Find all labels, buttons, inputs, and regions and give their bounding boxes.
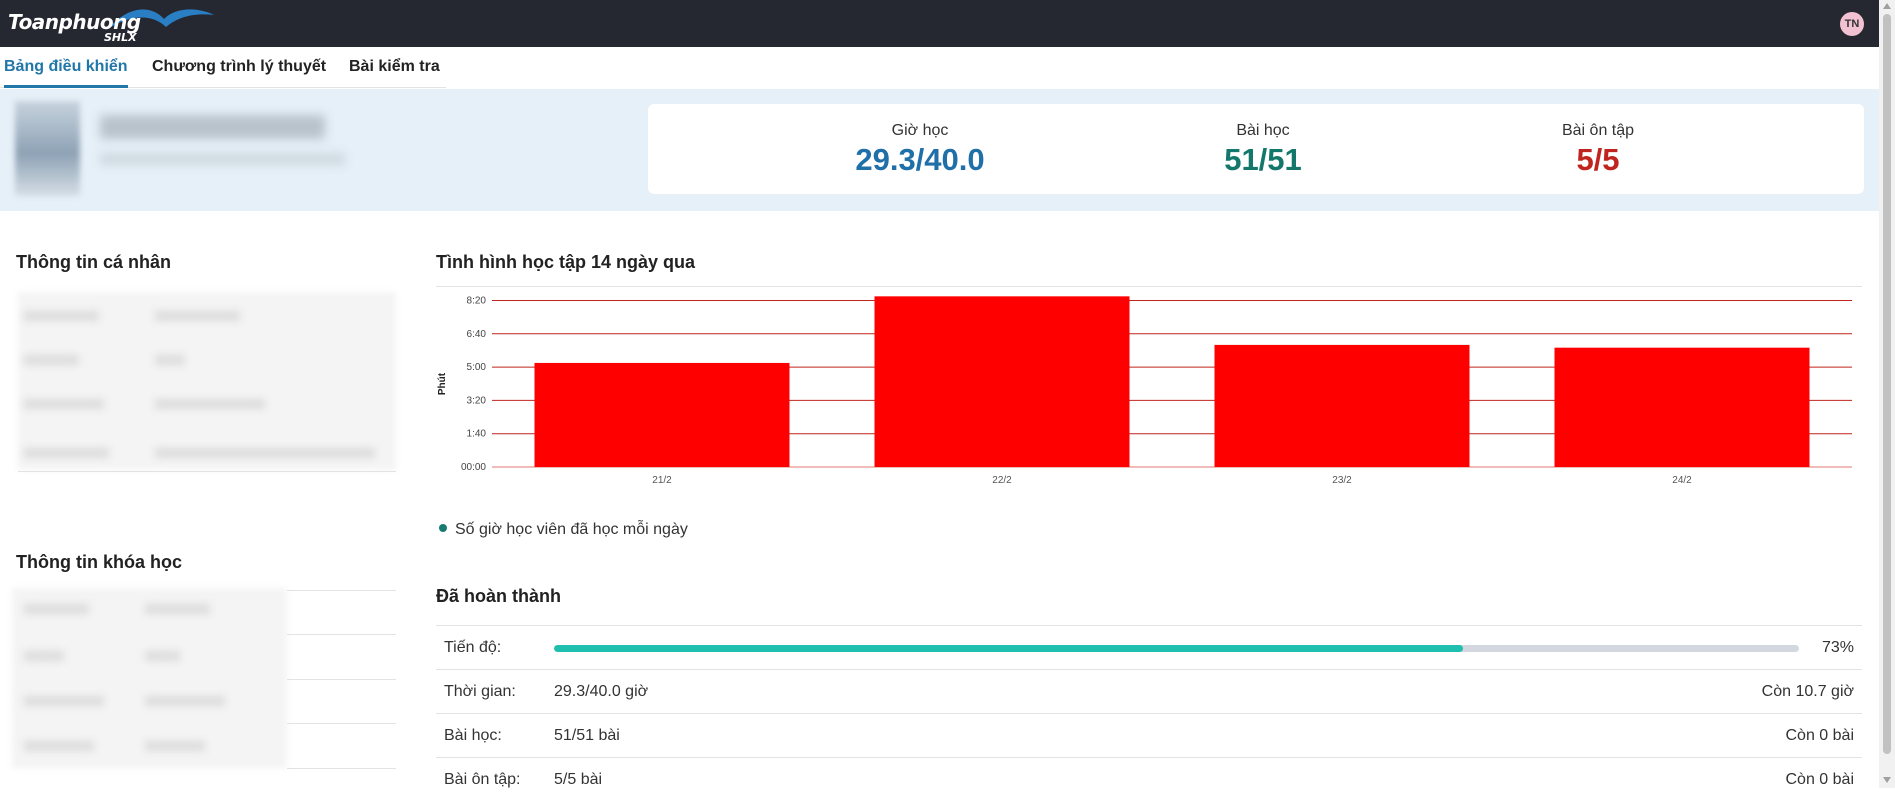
lessons-row: Bài học: 51/51 bài Còn 0 bài bbox=[436, 713, 1862, 757]
tab-tests[interactable]: Bài kiểm tra bbox=[349, 47, 440, 88]
divider bbox=[287, 679, 396, 680]
progress-bar-fill bbox=[554, 645, 1463, 652]
divider bbox=[287, 723, 396, 724]
progress-bar bbox=[554, 645, 1799, 652]
bar-24-2[interactable] bbox=[1554, 347, 1810, 467]
scroll-up-icon[interactable] bbox=[1883, 3, 1891, 9]
stat-lessons-label: Bài học bbox=[1236, 122, 1290, 139]
chart-legend[interactable]: Số giờ học viên đã học mỗi ngày bbox=[439, 521, 688, 539]
divider bbox=[18, 471, 396, 472]
lessons-remaining: Còn 0 bài bbox=[1785, 727, 1855, 744]
stat-hours-value: 29.3/40.0 bbox=[855, 142, 985, 177]
tab-dashboard[interactable]: Bảng điều khiển bbox=[4, 47, 128, 88]
redacted-text bbox=[145, 604, 210, 614]
course-info-title: Thông tin khóa học bbox=[16, 552, 182, 572]
time-label: Thời gian: bbox=[444, 683, 516, 700]
study-chart: 00:00 1:40 3:20 5:00 6:40 8:20 21/2 22/2 23/2 24… bbox=[436, 287, 1862, 497]
scroll-down-icon[interactable] bbox=[1883, 777, 1891, 783]
redacted-text bbox=[155, 448, 375, 458]
profile-detail-redacted bbox=[100, 153, 345, 165]
bar-21-2[interactable] bbox=[534, 362, 790, 467]
personal-info-title: Thông tin cá nhân bbox=[16, 252, 171, 272]
y-tick-label: 1:40 bbox=[467, 429, 487, 440]
progress-label: Tiến độ: bbox=[444, 639, 502, 656]
top-navbar: Toanphuong SHLX TN bbox=[0, 0, 1879, 47]
y-tick-label: 6:40 bbox=[467, 329, 487, 340]
lessons-label: Bài học: bbox=[444, 727, 502, 744]
redacted-text bbox=[24, 696, 104, 706]
time-value: 29.3/40.0 giờ bbox=[554, 683, 649, 700]
redacted-text bbox=[24, 448, 109, 458]
stat-reviews: Bài ôn tập 5/5 bbox=[1448, 122, 1748, 178]
redacted-text bbox=[145, 741, 205, 751]
divider bbox=[287, 634, 396, 635]
lessons-value: 51/51 bài bbox=[554, 727, 620, 744]
x-tick-label: 22/2 bbox=[992, 475, 1012, 486]
stats-card: Giờ học 29.3/40.0 Bài học 51/51 Bài ôn t… bbox=[648, 104, 1864, 194]
reviews-value: 5/5 bài bbox=[554, 771, 603, 788]
page-scrollbar[interactable] bbox=[1879, 0, 1895, 788]
time-remaining: Còn 10.7 giờ bbox=[1761, 683, 1854, 700]
redacted-text bbox=[24, 651, 64, 661]
redacted-text bbox=[155, 399, 265, 409]
profile-name-redacted bbox=[100, 115, 325, 139]
stat-hours-label: Giờ học bbox=[891, 122, 949, 139]
stat-reviews-value: 5/5 bbox=[1576, 142, 1620, 177]
y-tick-label: 8:20 bbox=[467, 296, 487, 307]
redacted-text bbox=[155, 311, 240, 321]
scrollbar-thumb[interactable] bbox=[1883, 14, 1891, 754]
progress-percent: 73% bbox=[1821, 639, 1854, 656]
x-tick-label: 23/2 bbox=[1332, 475, 1352, 486]
progress-row: Tiến độ: 73% bbox=[436, 625, 1862, 669]
redacted-text bbox=[24, 355, 79, 365]
reviews-label: Bài ôn tập: bbox=[444, 771, 521, 788]
avatar-photo bbox=[15, 101, 80, 196]
stat-hours: Giờ học 29.3/40.0 bbox=[770, 122, 1070, 178]
legend-dot-icon bbox=[439, 523, 447, 532]
x-tick-label: 21/2 bbox=[652, 475, 672, 486]
redacted-text bbox=[155, 355, 185, 365]
bar-23-2[interactable] bbox=[1214, 344, 1470, 467]
redacted-text bbox=[145, 651, 180, 661]
y-tick-label: 00:00 bbox=[461, 462, 486, 473]
tab-theory-program[interactable]: Chương trình lý thuyết bbox=[152, 47, 326, 88]
legend-label: Số giờ học viên đã học mỗi ngày bbox=[455, 521, 688, 538]
main-tabs: Bảng điều khiển Chương trình lý thuyết B… bbox=[0, 47, 446, 88]
divider bbox=[287, 590, 396, 591]
stat-lessons: Bài học 51/51 bbox=[1113, 122, 1413, 178]
user-avatar[interactable]: TN bbox=[1840, 12, 1864, 36]
logo-subtext: SHLX bbox=[104, 31, 137, 44]
y-axis-label: Phút bbox=[437, 372, 448, 395]
redacted-text bbox=[24, 399, 104, 409]
logo[interactable]: Toanphuong SHLX bbox=[6, 3, 216, 45]
y-tick-label: 3:20 bbox=[467, 395, 487, 406]
redacted-text bbox=[24, 604, 89, 614]
time-row: Thời gian: 29.3/40.0 giờ Còn 10.7 giờ bbox=[436, 669, 1862, 713]
divider bbox=[287, 768, 396, 769]
redacted-text bbox=[145, 696, 225, 706]
bar-22-2[interactable] bbox=[874, 296, 1130, 467]
x-tick-label: 24/2 bbox=[1672, 475, 1692, 486]
reviews-remaining: Còn 0 bài bbox=[1785, 771, 1855, 788]
study-chart-title: Tình hình học tập 14 ngày qua bbox=[436, 252, 696, 272]
stat-reviews-label: Bài ôn tập bbox=[1561, 122, 1635, 139]
stat-lessons-value: 51/51 bbox=[1224, 142, 1302, 177]
study-bar-chart: 00:00 1:40 3:20 5:00 6:40 8:20 21/2 22/2 23/2 24… bbox=[437, 296, 1852, 486]
reviews-row: Bài ôn tập: 5/5 bài Còn 0 bài bbox=[436, 757, 1862, 801]
completed-title: Đã hoàn thành bbox=[436, 586, 561, 606]
redacted-text bbox=[24, 741, 94, 751]
redacted-text bbox=[24, 311, 99, 321]
y-tick-label: 5:00 bbox=[467, 362, 487, 373]
